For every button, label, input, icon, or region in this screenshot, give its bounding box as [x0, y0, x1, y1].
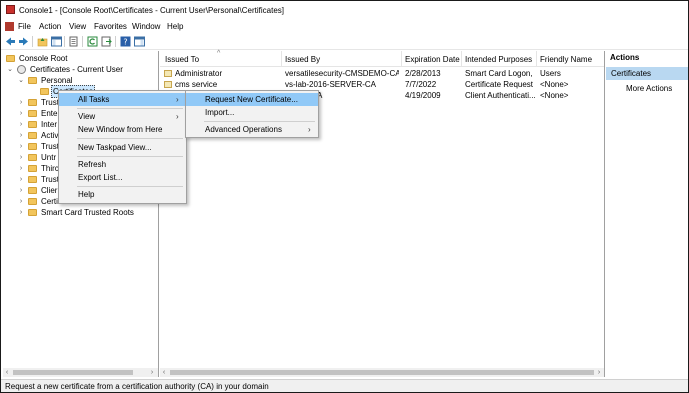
- scrollbar-thumb[interactable]: [13, 370, 133, 375]
- actions-header: Actions: [610, 53, 640, 62]
- actions-section-certificates[interactable]: Certificates: [606, 67, 688, 80]
- scroll-left-icon[interactable]: ‹: [160, 368, 168, 377]
- expand-chevron-icon[interactable]: ›: [17, 163, 25, 174]
- menu-item-advanced-operations[interactable]: Advanced Operations ›: [186, 123, 318, 136]
- folder-icon: [28, 99, 37, 106]
- menu-item-refresh[interactable]: Refresh: [59, 158, 186, 171]
- toolbar: ?: [1, 34, 688, 50]
- all-tasks-submenu: Request New Certificate... Import... Adv…: [185, 90, 319, 138]
- expand-chevron-icon[interactable]: ›: [17, 108, 25, 119]
- back-arrow-icon[interactable]: [5, 36, 16, 47]
- expand-chevron-icon[interactable]: ›: [17, 185, 25, 196]
- folder-icon: [28, 187, 37, 194]
- expand-chevron-icon[interactable]: ›: [17, 196, 25, 207]
- folder-icon: [28, 154, 37, 161]
- show-hide-action-pane-icon[interactable]: [134, 36, 145, 47]
- menu-action[interactable]: Action: [39, 22, 61, 31]
- collapse-chevron-icon[interactable]: ⌄: [17, 75, 25, 86]
- menu-item-import[interactable]: Import...: [186, 106, 318, 119]
- list-horizontal-scrollbar[interactable]: ‹ ›: [160, 368, 604, 377]
- column-expiration-date[interactable]: Expiration Date: [405, 55, 460, 64]
- folder-icon: [28, 209, 37, 216]
- status-bar: Request a new certificate from a certifi…: [1, 379, 688, 392]
- tree-horizontal-scrollbar[interactable]: ‹ ›: [3, 368, 158, 377]
- menu-help[interactable]: Help: [167, 22, 183, 31]
- expand-chevron-icon[interactable]: ›: [17, 119, 25, 130]
- column-intended-purposes[interactable]: Intended Purposes: [465, 55, 532, 64]
- window-title: Console1 - [Console Root\Certificates - …: [19, 6, 284, 15]
- sort-ascending-icon: ^: [217, 50, 221, 57]
- properties-icon[interactable]: [68, 36, 79, 47]
- folder-icon: [28, 165, 37, 172]
- show-hide-tree-icon[interactable]: [51, 36, 62, 47]
- expand-chevron-icon[interactable]: ›: [17, 130, 25, 141]
- actions-pane: Actions Certificates More Actions: [606, 51, 688, 377]
- folder-icon: [28, 110, 37, 117]
- column-friendly-name[interactable]: Friendly Name: [540, 55, 592, 64]
- column-issued-to[interactable]: Issued To: [165, 55, 199, 64]
- submenu-arrow-icon: ›: [176, 112, 179, 121]
- certificate-icon: [164, 70, 172, 77]
- table-row[interactable]: Administrator versatilesecurity-CMSDEMO-…: [160, 68, 604, 79]
- mmc-window: Console1 - [Console Root\Certificates - …: [0, 0, 689, 393]
- menu-item-all-tasks[interactable]: All Tasks ›: [59, 93, 186, 106]
- mmc-app-icon: [6, 5, 15, 14]
- expand-chevron-icon[interactable]: ›: [17, 141, 25, 152]
- folder-icon: [28, 198, 37, 205]
- expand-chevron-icon[interactable]: ›: [17, 174, 25, 185]
- context-menu: All Tasks › View › New Window from Here …: [58, 90, 187, 204]
- menu-item-view[interactable]: View ›: [59, 110, 186, 123]
- help-icon[interactable]: ?: [120, 36, 131, 47]
- menu-item-export-list[interactable]: Export List...: [59, 171, 186, 184]
- menu-item-request-new-certificate[interactable]: Request New Certificate...: [186, 93, 318, 106]
- svg-text:?: ?: [123, 38, 127, 47]
- expand-chevron-icon[interactable]: ›: [17, 97, 25, 108]
- menu-file[interactable]: File: [18, 22, 31, 31]
- menu-item-help[interactable]: Help: [59, 188, 186, 201]
- refresh-icon[interactable]: [87, 36, 98, 47]
- console-icon[interactable]: [5, 22, 14, 31]
- title-bar: Console1 - [Console Root\Certificates - …: [1, 1, 688, 19]
- more-actions-link[interactable]: More Actions: [626, 84, 672, 93]
- expand-chevron-icon[interactable]: ›: [17, 207, 25, 218]
- folder-icon: [28, 143, 37, 150]
- export-list-icon[interactable]: [101, 36, 112, 47]
- folder-icon: [6, 55, 15, 62]
- collapse-chevron-icon[interactable]: ⌄: [6, 64, 14, 75]
- table-row[interactable]: cms service vs-lab-2016-SERVER-CA 7/7/20…: [160, 79, 604, 90]
- certificate-icon: [164, 81, 172, 88]
- scroll-right-icon[interactable]: ›: [595, 368, 603, 377]
- forward-arrow-icon[interactable]: [18, 36, 29, 47]
- scrollbar-thumb[interactable]: [170, 370, 594, 375]
- folder-icon: [40, 88, 49, 95]
- menu-item-new-window[interactable]: New Window from Here: [59, 123, 186, 136]
- tree-node-certificates-current-user[interactable]: ⌄ Certificates - Current User: [6, 64, 156, 75]
- folder-icon: [28, 132, 37, 139]
- folder-icon: [28, 121, 37, 128]
- column-issued-by[interactable]: Issued By: [285, 55, 320, 64]
- menu-item-new-taskpad[interactable]: New Taskpad View...: [59, 141, 186, 154]
- menu-view[interactable]: View: [69, 22, 86, 31]
- scroll-left-icon[interactable]: ‹: [3, 368, 11, 377]
- scroll-right-icon[interactable]: ›: [148, 368, 156, 377]
- menu-favorites[interactable]: Favorites: [94, 22, 127, 31]
- menu-window[interactable]: Window: [132, 22, 160, 31]
- menu-bar: File Action View Favorites Window Help: [1, 20, 688, 33]
- submenu-arrow-icon: ›: [308, 125, 311, 134]
- up-folder-icon[interactable]: [37, 36, 48, 47]
- certificate-snapin-icon: [17, 65, 26, 74]
- status-text: Request a new certificate from a certifi…: [5, 382, 269, 391]
- submenu-arrow-icon: ›: [176, 95, 179, 104]
- expand-chevron-icon[interactable]: ›: [17, 152, 25, 163]
- folder-icon: [28, 176, 37, 183]
- list-header: ^ Issued To Issued By Expiration Date In…: [160, 50, 604, 67]
- folder-icon: [28, 77, 37, 84]
